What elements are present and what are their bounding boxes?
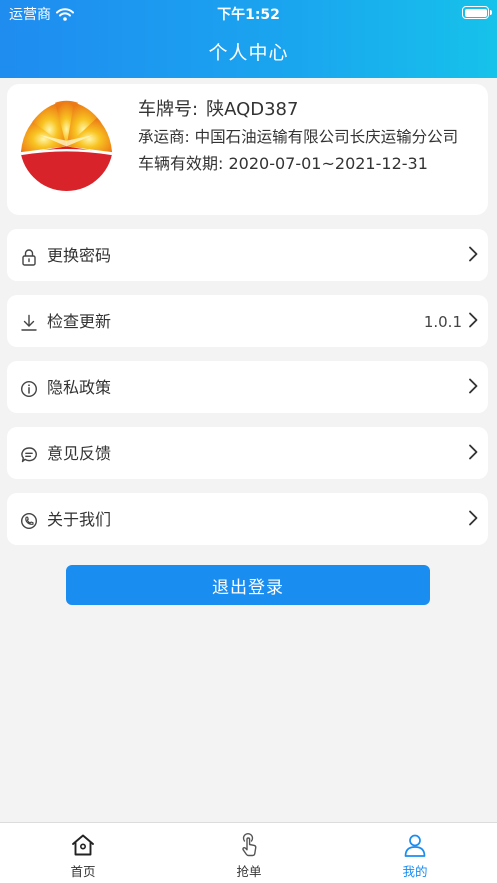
- chat-icon: [21, 447, 37, 463]
- chevron-right-icon: [469, 312, 478, 328]
- user-icon: [404, 834, 426, 857]
- validity-value: 2020-07-01~2021-12-31: [228, 154, 428, 173]
- menu-item-about-us[interactable]: 关于我们: [7, 493, 488, 545]
- plate-label: 车牌号:: [138, 99, 199, 120]
- validity-row: 车辆有效期: 2020-07-01~2021-12-31: [138, 152, 482, 176]
- carrier-label: 承运商:: [138, 128, 190, 146]
- menu-label-privacy-policy: 隐私政策: [47, 378, 112, 397]
- tab-grab-order[interactable]: 抢单: [166, 823, 332, 883]
- vehicle-info-card: 车牌号: 陕AQD387 承运商: 中国石油运输有限公司长庆运输分公司 车辆有效期…: [7, 84, 488, 215]
- chevron-right-icon: [469, 510, 478, 526]
- phone-icon: [20, 512, 38, 530]
- menu-label-feedback: 意见反馈: [47, 444, 112, 463]
- tab-bar: 首页 抢单 我的: [0, 822, 497, 883]
- menu-item-feedback[interactable]: 意见反馈: [7, 427, 488, 479]
- vehicle-info-text: 车牌号: 陕AQD387 承运商: 中国石油运输有限公司长庆运输分公司 车辆有效期…: [138, 98, 482, 176]
- menu-label-check-update: 检查更新: [47, 312, 112, 331]
- chevron-right-icon: [469, 378, 478, 394]
- tab-label-home: 首页: [70, 864, 96, 879]
- home-icon: [72, 834, 94, 856]
- tap-icon: [242, 832, 257, 857]
- tab-mine[interactable]: 我的: [332, 823, 497, 883]
- menu-label-change-password: 更换密码: [47, 246, 112, 265]
- menu-item-check-update[interactable]: 检查更新 1.0.1: [7, 295, 488, 347]
- plate-row: 车牌号: 陕AQD387: [138, 98, 482, 122]
- carrier-value: 中国石油运输有限公司长庆运输分公司: [194, 128, 459, 146]
- menu-item-change-password[interactable]: 更换密码: [7, 229, 488, 281]
- plate-value: 陕AQD387: [206, 99, 299, 120]
- tab-label-grab-order: 抢单: [236, 864, 262, 879]
- status-time: 下午1:52: [217, 7, 280, 23]
- tab-home[interactable]: 首页: [0, 823, 166, 883]
- chevron-right-icon: [469, 444, 478, 460]
- tab-label-mine: 我的: [402, 864, 428, 879]
- status-bar: 运营商 下午1:52: [0, 0, 497, 26]
- company-logo: [19, 97, 114, 192]
- validity-label: 车辆有效期:: [138, 154, 224, 173]
- chevron-right-icon: [469, 246, 478, 262]
- menu-label-about-us: 关于我们: [47, 510, 112, 529]
- battery-icon: [462, 6, 492, 19]
- menu-item-privacy-policy[interactable]: 隐私政策: [7, 361, 488, 413]
- header: 运营商 下午1:52 个人中心: [0, 0, 497, 78]
- info-icon: [20, 380, 38, 398]
- logout-button[interactable]: 退出登录: [66, 565, 430, 605]
- page-title: 个人中心: [208, 42, 289, 64]
- lock-icon: [22, 249, 36, 266]
- download-icon: [21, 314, 37, 331]
- app-version: 1.0.1: [423, 313, 462, 331]
- carrier-row: 承运商: 中国石油运输有限公司长庆运输分公司: [138, 126, 482, 149]
